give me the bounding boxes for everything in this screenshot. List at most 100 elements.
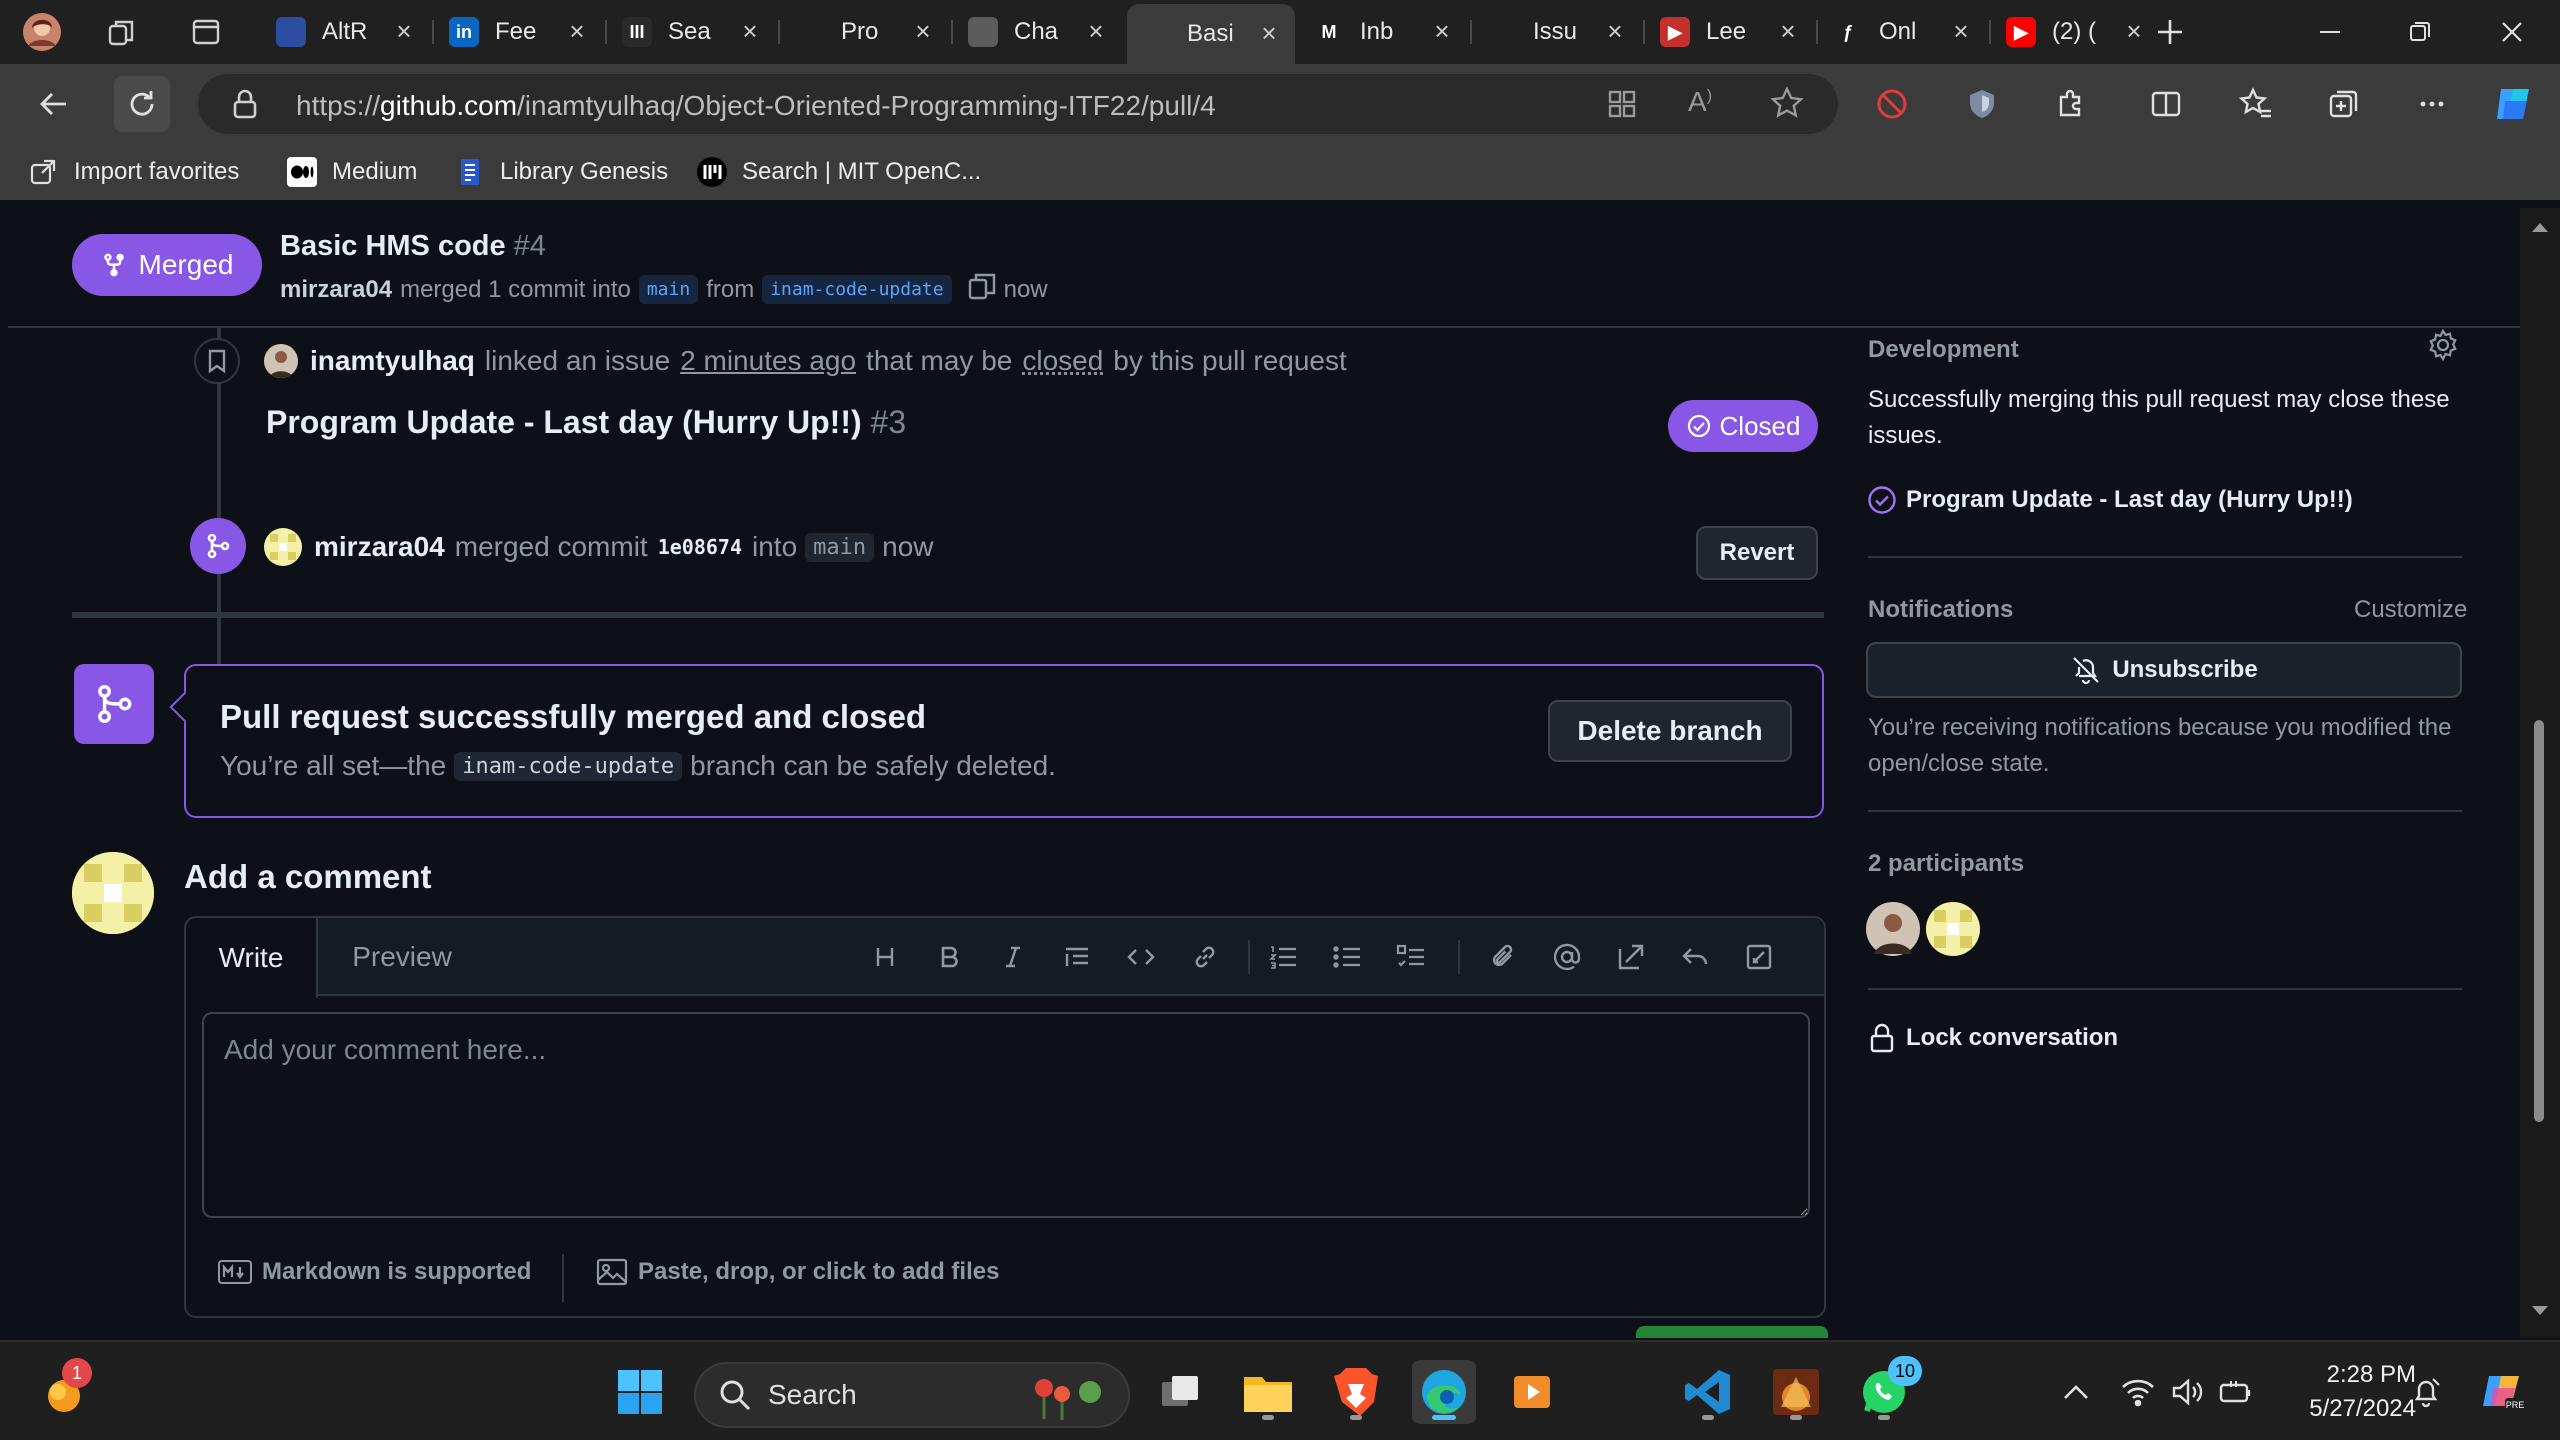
- lock-icon[interactable]: [230, 88, 260, 125]
- brave-browser-icon[interactable]: [1324, 1360, 1388, 1424]
- browser-tab[interactable]: M Inb ×: [1300, 6, 1468, 58]
- mention-icon[interactable]: [1548, 938, 1586, 976]
- favorite-medium[interactable]: Medium: [286, 154, 417, 190]
- browser-tab[interactable]: Cha ×: [954, 6, 1122, 58]
- linked-issue-title[interactable]: Program Update - Last day (Hurry Up!!) #…: [266, 404, 906, 441]
- link-icon[interactable]: [1186, 938, 1224, 976]
- start-windows-icon[interactable]: [608, 1360, 672, 1424]
- tab-actions-icon[interactable]: [186, 12, 226, 52]
- widgets-weather-icon[interactable]: 1: [32, 1358, 96, 1424]
- extensions-icon[interactable]: [2042, 76, 2098, 132]
- url-text[interactable]: https://github.com/inamtyulhaq/Object-Or…: [296, 90, 1216, 122]
- refresh-button[interactable]: [114, 76, 170, 132]
- address-bar[interactable]: https://github.com/inamtyulhaq/Object-Or…: [198, 74, 1838, 134]
- add-files-link[interactable]: Paste, drop, or click to add files: [596, 1258, 999, 1286]
- adblock-icon[interactable]: [1864, 76, 1920, 132]
- task-list-icon[interactable]: [1392, 938, 1430, 976]
- app-available-icon[interactable]: [1606, 88, 1638, 125]
- media-player-icon[interactable]: [1500, 1360, 1564, 1424]
- current-user-avatar[interactable]: [72, 852, 154, 934]
- browser-tab[interactable]: AltR ×: [262, 6, 430, 58]
- unsubscribe-button[interactable]: Unsubscribe: [1866, 642, 2462, 698]
- close-tab-icon[interactable]: ×: [1084, 18, 1108, 44]
- favorite-library-genesis[interactable]: Library Genesis: [454, 154, 668, 190]
- ordered-list-icon[interactable]: [1264, 938, 1302, 976]
- comment-textarea[interactable]: [202, 1012, 1810, 1218]
- participant-avatar[interactable]: [1926, 902, 1980, 961]
- more-menu-icon[interactable]: [2404, 76, 2460, 132]
- taskbar-search[interactable]: Search: [694, 1362, 1130, 1428]
- reference-icon[interactable]: [1612, 938, 1650, 976]
- favorite-import[interactable]: Import favorites: [28, 154, 239, 190]
- close-tab-icon[interactable]: ×: [2122, 18, 2146, 44]
- undo-reply-icon[interactable]: [1676, 938, 1714, 976]
- gear-icon[interactable]: [2426, 328, 2460, 367]
- edge-browser-icon[interactable]: [1412, 1360, 1476, 1424]
- head-branch[interactable]: inam-code-update: [762, 275, 952, 304]
- bold-icon[interactable]: [930, 938, 968, 976]
- lock-conversation-link[interactable]: Lock conversation: [1868, 1022, 2118, 1054]
- notification-center-icon[interactable]: [2404, 1370, 2448, 1414]
- favorite-star-icon[interactable]: [1770, 86, 1804, 125]
- restore-button[interactable]: [2400, 12, 2440, 52]
- wifi-icon[interactable]: [2116, 1370, 2160, 1414]
- code-icon[interactable]: [1122, 938, 1160, 976]
- linker-username[interactable]: inamtyulhaq: [310, 345, 475, 377]
- whatsapp-icon[interactable]: 10: [1852, 1356, 1922, 1424]
- commit-sha-link[interactable]: 1e08674: [658, 535, 742, 559]
- fullscreen-edit-icon[interactable]: [1740, 938, 1778, 976]
- file-explorer-icon[interactable]: [1236, 1360, 1300, 1424]
- copy-icon[interactable]: [966, 270, 998, 309]
- tab-preview[interactable]: Preview: [318, 918, 486, 996]
- close-tab-icon[interactable]: ×: [911, 18, 935, 44]
- merger-username[interactable]: mirzara04: [280, 276, 392, 304]
- volume-icon[interactable]: [2166, 1370, 2210, 1414]
- close-window-button[interactable]: [2492, 12, 2532, 52]
- close-tab-icon[interactable]: ×: [1949, 18, 1973, 44]
- quote-icon[interactable]: [1058, 938, 1096, 976]
- browser-tab[interactable]: Pro ×: [781, 6, 949, 58]
- merger-username[interactable]: mirzara04: [314, 531, 445, 563]
- close-tab-icon[interactable]: ×: [1430, 18, 1454, 44]
- copilot-icon[interactable]: [2486, 76, 2542, 132]
- profile-avatar[interactable]: [22, 12, 62, 52]
- close-tab-icon[interactable]: ×: [738, 18, 762, 44]
- revert-button[interactable]: Revert: [1696, 526, 1818, 580]
- avatar[interactable]: [264, 528, 302, 566]
- close-tab-icon[interactable]: ×: [565, 18, 589, 44]
- page-scrollbar[interactable]: [2520, 208, 2560, 1338]
- battery-icon[interactable]: [2214, 1370, 2258, 1414]
- task-view-icon[interactable]: [1148, 1360, 1212, 1424]
- back-button[interactable]: [26, 76, 82, 132]
- browser-tab[interactable]: III Sea ×: [608, 6, 776, 58]
- new-tab-button[interactable]: [2150, 12, 2190, 52]
- read-aloud-icon[interactable]: A): [1688, 86, 1712, 118]
- attach-icon[interactable]: [1484, 938, 1522, 976]
- target-branch[interactable]: main: [805, 532, 875, 562]
- tab-write[interactable]: Write: [186, 918, 318, 998]
- game-app-icon[interactable]: [1764, 1360, 1828, 1424]
- avatar[interactable]: [264, 344, 298, 378]
- browser-tab[interactable]: Basi ×: [1127, 4, 1295, 64]
- italic-icon[interactable]: [994, 938, 1032, 976]
- browser-tab[interactable]: Issu ×: [1473, 6, 1641, 58]
- favorite-mit-ocw[interactable]: Search | MIT OpenC...: [696, 154, 981, 190]
- close-tab-icon[interactable]: ×: [1776, 18, 1800, 44]
- scrollbar-thumb[interactable]: [2534, 720, 2544, 1122]
- system-clock[interactable]: 2:28 PM 5/27/2024: [2266, 1358, 2416, 1426]
- customize-link[interactable]: Customize: [2354, 596, 2467, 624]
- browser-tab[interactable]: ▶ Lee ×: [1646, 6, 1814, 58]
- base-branch[interactable]: main: [638, 275, 699, 304]
- close-tab-icon[interactable]: ×: [392, 18, 416, 44]
- browser-tab[interactable]: in Fee ×: [435, 6, 603, 58]
- copilot-taskbar-icon[interactable]: PRE: [2476, 1364, 2530, 1420]
- collections-icon[interactable]: [2316, 76, 2372, 132]
- chevron-up-icon[interactable]: [2054, 1370, 2098, 1414]
- comment-submit-button[interactable]: [1636, 1326, 1828, 1338]
- unordered-list-icon[interactable]: [1328, 938, 1366, 976]
- relative-time-link[interactable]: 2 minutes ago: [680, 345, 856, 377]
- development-linked-issue[interactable]: Program Update - Last day (Hurry Up!!): [1866, 484, 2353, 516]
- delete-branch-button[interactable]: Delete branch: [1548, 700, 1792, 762]
- favorites-icon[interactable]: [2228, 76, 2284, 132]
- close-tab-icon[interactable]: ×: [1257, 20, 1281, 46]
